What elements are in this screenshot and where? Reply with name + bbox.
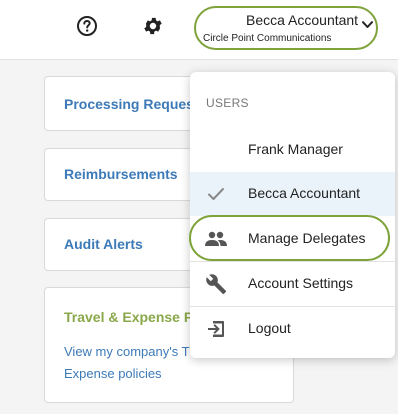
card-title: Travel & Expense P bbox=[64, 309, 194, 325]
chevron-down-icon[interactable] bbox=[362, 16, 373, 34]
gear-icon[interactable] bbox=[141, 14, 165, 38]
help-circle-icon[interactable] bbox=[75, 14, 99, 38]
menu-item-label: Becca Accountant bbox=[248, 185, 361, 201]
user-name: Becca Accountant bbox=[246, 12, 359, 28]
menu-item-logout[interactable]: Logout bbox=[190, 307, 395, 351]
menu-item-account-settings[interactable]: Account Settings bbox=[190, 262, 395, 306]
logout-icon bbox=[204, 318, 228, 340]
users-heading: USERS bbox=[206, 96, 249, 110]
menu-item-frank-manager[interactable]: Frank Manager bbox=[190, 128, 395, 172]
menu-item-manage-delegates[interactable]: Manage Delegates bbox=[190, 217, 395, 261]
company-name: Circle Point Communications bbox=[203, 33, 332, 44]
people-icon bbox=[204, 228, 228, 250]
card-title[interactable]: Audit Alerts bbox=[64, 236, 143, 252]
user-account-dropdown[interactable]: Becca Accountant Circle Point Communicat… bbox=[194, 6, 378, 50]
expense-policies-link[interactable]: Expense policies bbox=[64, 366, 162, 381]
menu-item-label: Account Settings bbox=[248, 275, 354, 291]
menu-item-becca-accountant[interactable]: Becca Accountant bbox=[190, 172, 395, 216]
card-title[interactable]: Reimbursements bbox=[64, 166, 178, 182]
wrench-icon bbox=[204, 273, 228, 295]
top-header: Becca Accountant Circle Point Communicat… bbox=[0, 0, 398, 60]
user-menu: USERS Frank Manager Becca Accountant Man… bbox=[190, 72, 395, 358]
menu-item-label: Logout bbox=[248, 320, 291, 336]
checkmark-icon bbox=[204, 183, 228, 205]
company-travel-link[interactable]: View my company's T bbox=[64, 344, 190, 359]
menu-item-label: Frank Manager bbox=[248, 141, 343, 157]
card-title[interactable]: Processing Request bbox=[64, 96, 199, 112]
menu-item-label: Manage Delegates bbox=[248, 230, 366, 246]
